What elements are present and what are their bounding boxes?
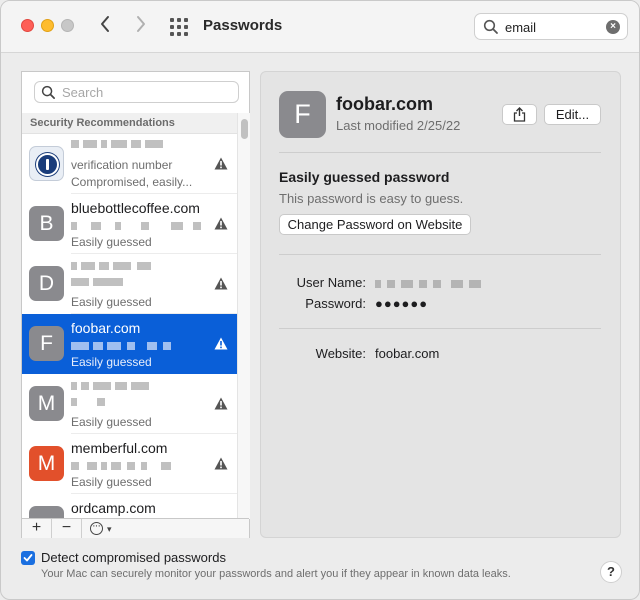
avatar: F: [29, 326, 64, 361]
detect-compromised-description: Your Mac can securely monitor your passw…: [41, 568, 511, 580]
window-title: Passwords: [203, 17, 283, 34]
search-icon: [483, 19, 498, 34]
redacted-text: [71, 382, 161, 390]
username-label: User Name:: [296, 275, 366, 290]
divider: [279, 152, 601, 153]
list-item-title: bluebottlecoffee.com: [71, 200, 200, 216]
forward-button[interactable]: [131, 15, 151, 37]
warning-icon: [214, 157, 228, 170]
username-value-redacted[interactable]: [375, 280, 490, 288]
redacted-text: [71, 342, 181, 350]
ellipsis-circle-icon: [90, 517, 103, 535]
redacted-text: [71, 278, 131, 286]
warning-icon: [214, 277, 228, 290]
back-button[interactable]: [95, 15, 115, 37]
avatar: B: [29, 206, 64, 241]
add-password-button[interactable]: +: [22, 519, 52, 538]
detect-compromised-label[interactable]: Detect compromised passwords: [41, 550, 226, 565]
share-icon: [513, 107, 526, 122]
warning-description: This password is easy to guess.: [279, 191, 464, 206]
list-item-status: Easily guessed: [71, 415, 152, 429]
zoom-window-button[interactable]: [61, 19, 74, 32]
list-item-subtitle: verification number: [71, 158, 173, 172]
warning-icon: [214, 217, 228, 230]
website-value[interactable]: foobar.com: [375, 346, 439, 361]
list-item-status: Easily guessed: [71, 235, 152, 249]
redacted-text: [71, 262, 166, 270]
avatar: D: [29, 266, 64, 301]
more-options-button[interactable]: ▾: [82, 517, 122, 538]
warning-icon: [214, 337, 228, 350]
password-list-panel: Security Recommendations verification nu…: [21, 71, 250, 538]
list-item-selected[interactable]: F foobar.com Easily guessed: [22, 314, 237, 374]
list-scrollbar[interactable]: [237, 113, 250, 519]
share-button[interactable]: [502, 104, 537, 125]
redacted-text: [71, 398, 131, 406]
list-item-status: Easily guessed: [71, 475, 152, 489]
minimize-window-button[interactable]: [41, 19, 54, 32]
passwords-window: Passwords × Security Recommendations ver…: [0, 0, 640, 600]
1password-icon: [29, 146, 64, 181]
redacted-text: [71, 222, 211, 230]
list-item[interactable]: M Easily guessed: [22, 374, 237, 434]
list-search[interactable]: [34, 81, 239, 103]
redacted-text: [71, 140, 166, 148]
list-item-status: Easily guessed: [71, 295, 152, 309]
detail-avatar: F: [279, 91, 326, 138]
change-password-button[interactable]: Change Password on Website: [279, 214, 471, 235]
chevron-down-icon: ▾: [107, 524, 112, 534]
chevron-left-icon: [101, 16, 109, 32]
help-button[interactable]: ?: [600, 561, 622, 583]
list-item-title: memberful.com: [71, 440, 168, 456]
warning-icon: [214, 397, 228, 410]
avatar: M: [29, 386, 64, 421]
warning-title: Easily guessed password: [279, 169, 450, 185]
detect-compromised-checkbox[interactable]: [21, 551, 35, 565]
password-detail-panel: F foobar.com Last modified 2/25/22 Edit.…: [260, 71, 621, 538]
list-item-title: ordcamp.com: [71, 500, 156, 516]
avatar: M: [29, 446, 64, 481]
title-bar: Passwords ×: [1, 1, 639, 53]
list-item[interactable]: M memberful.com Easily guessed: [22, 434, 237, 494]
detail-title: foobar.com: [336, 94, 434, 114]
toolbar-search[interactable]: ×: [474, 13, 628, 40]
password-label: Password:: [305, 296, 366, 311]
list-item-status: Easily guessed: [71, 355, 152, 369]
list-footer: + − ▾: [22, 517, 249, 538]
divider: [279, 254, 601, 255]
list-item-title: foobar.com: [71, 320, 141, 336]
list-item[interactable]: D Easily guessed: [22, 254, 237, 314]
divider: [279, 328, 601, 329]
website-label: Website:: [315, 346, 366, 361]
list-item[interactable]: ordcamp.com: [22, 494, 237, 519]
warning-icon: [214, 457, 228, 470]
list-search-input[interactable]: [60, 84, 230, 101]
show-all-grid-icon[interactable]: [170, 18, 188, 36]
chevron-right-icon: [137, 16, 145, 32]
close-window-button[interactable]: [21, 19, 34, 32]
list-item-status: Compromised, easily...: [71, 175, 193, 189]
scrollbar-thumb[interactable]: [241, 119, 248, 139]
section-header: Security Recommendations: [22, 113, 237, 134]
list-item[interactable]: B bluebottlecoffee.com Easily guessed: [22, 194, 237, 254]
redacted-text: [71, 462, 181, 470]
remove-password-button[interactable]: −: [52, 519, 82, 538]
search-icon: [41, 85, 55, 99]
last-modified-text: Last modified 2/25/22: [336, 118, 461, 133]
checkmark-icon: [23, 554, 33, 562]
list-item[interactable]: verification number Compromised, easily.…: [22, 134, 237, 194]
password-value[interactable]: ●●●●●●: [375, 296, 428, 311]
toolbar-search-input[interactable]: [503, 18, 603, 36]
clear-search-icon[interactable]: ×: [606, 20, 620, 34]
password-list: verification number Compromised, easily.…: [22, 134, 237, 519]
edit-button[interactable]: Edit...: [544, 104, 601, 125]
